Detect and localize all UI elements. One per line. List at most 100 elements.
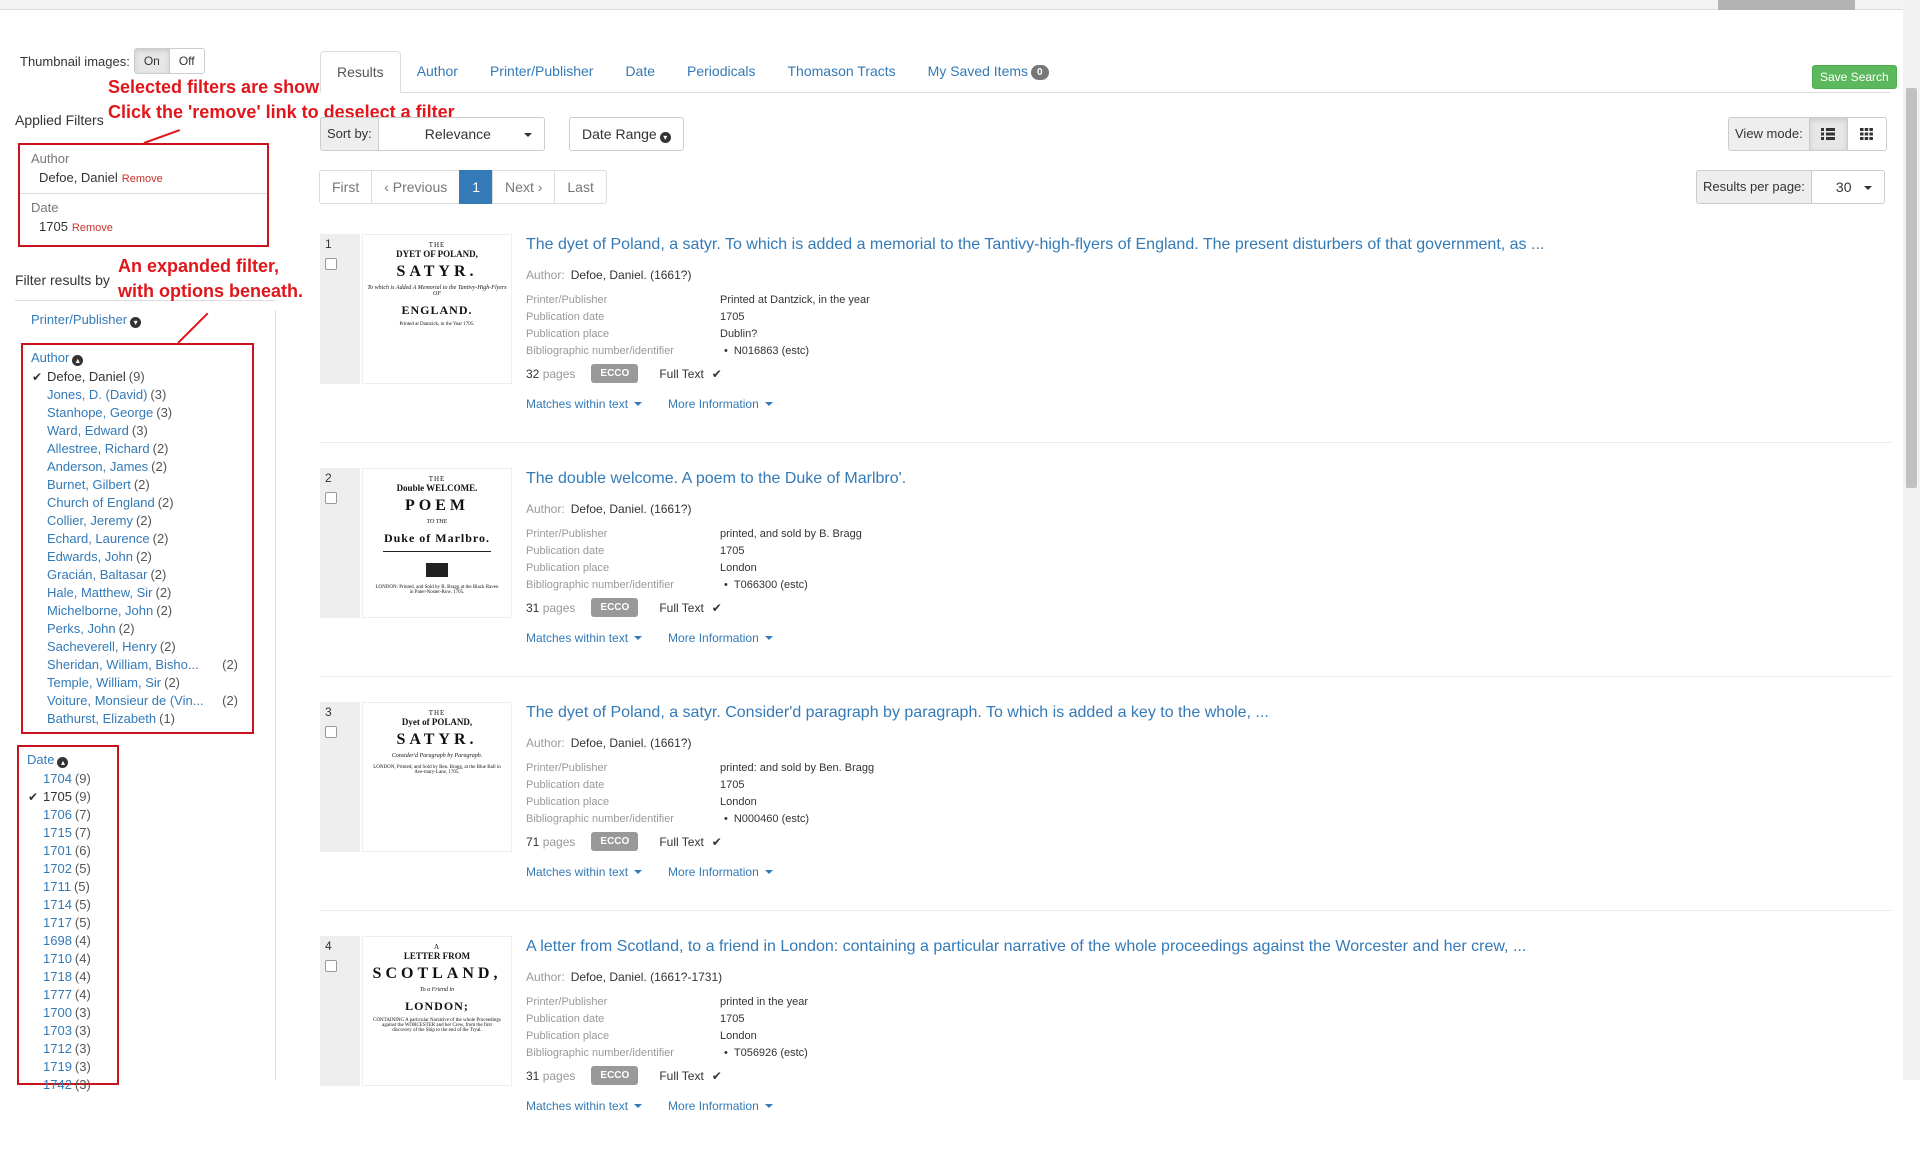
- tab-date[interactable]: Date: [609, 51, 671, 92]
- tab-printer-publisher[interactable]: Printer/Publisher: [474, 51, 610, 92]
- facet-date-item[interactable]: 1717 (5): [19, 914, 117, 932]
- facet-author-item[interactable]: Church of England (2): [23, 494, 252, 512]
- pagination-current-page[interactable]: 1: [459, 170, 494, 204]
- grid-view-button[interactable]: [1847, 117, 1887, 151]
- facet-author-item-label[interactable]: Edwards, John: [47, 549, 133, 564]
- facet-author-item-label[interactable]: Ward, Edward: [47, 423, 129, 438]
- facet-date-item-label[interactable]: 1711: [43, 879, 71, 894]
- tab-my-saved-items[interactable]: My Saved Items 0: [912, 51, 1065, 92]
- facet-date-item[interactable]: ✔ 1705 (9): [19, 788, 117, 806]
- facet-author-item-label[interactable]: Sacheverell, Henry: [47, 639, 157, 654]
- facet-author-item[interactable]: Bathurst, Elizabeth (1): [23, 710, 252, 728]
- result-title-link[interactable]: A letter from Scotland, to a friend in L…: [526, 938, 1526, 955]
- facet-author-item[interactable]: Sheridan, William, Bisho... (2): [23, 656, 252, 674]
- facet-date-item[interactable]: 1698 (4): [19, 932, 117, 950]
- facet-date-item[interactable]: 1700 (3): [19, 1004, 117, 1022]
- more-information-dropdown[interactable]: More Information: [668, 865, 773, 879]
- thumbnail-on-button[interactable]: On: [134, 49, 170, 73]
- vertical-scrollbar[interactable]: [1903, 0, 1920, 1080]
- facet-date-item-label[interactable]: 1777: [43, 987, 72, 1002]
- facet-author-item-label[interactable]: Allestree, Richard: [47, 441, 150, 456]
- result-thumbnail[interactable]: THE Double WELCOME. POEM TO THE Duke of Marl…: [362, 468, 512, 618]
- facet-author-item[interactable]: Burnet, Gilbert (2): [23, 476, 252, 494]
- result-thumbnail[interactable]: A LETTER FROM SCOTLAND, To a Friend in LONDO…: [362, 936, 512, 1086]
- facet-author-item-label[interactable]: Perks, John: [47, 621, 116, 636]
- remove-date-filter-link[interactable]: Remove: [72, 222, 113, 234]
- facet-author-item[interactable]: ✔ Defoe, Daniel (9): [23, 368, 252, 386]
- thumbnail-off-button[interactable]: Off: [169, 49, 204, 73]
- facet-date-item[interactable]: 1719 (3): [19, 1058, 117, 1076]
- facet-author-item-label[interactable]: Bathurst, Elizabeth: [47, 711, 156, 726]
- facet-author-item-label[interactable]: Anderson, James: [47, 459, 148, 474]
- facet-author-item[interactable]: Anderson, James (2): [23, 458, 252, 476]
- facet-date-item[interactable]: 1701 (6): [19, 842, 117, 860]
- result-title-link[interactable]: The dyet of Poland, a satyr. To which is…: [526, 236, 1544, 253]
- facet-author-item[interactable]: Voiture, Monsieur de (Vin... (2): [23, 692, 252, 710]
- facet-author-item[interactable]: Echard, Laurence (2): [23, 530, 252, 548]
- facet-date-item-label[interactable]: 1702: [43, 861, 72, 876]
- matches-within-text-dropdown[interactable]: Matches within text: [526, 631, 643, 645]
- facet-date-item[interactable]: 1718 (4): [19, 968, 117, 986]
- facet-author-item-label[interactable]: Church of England: [47, 495, 155, 510]
- result-title-link[interactable]: The double welcome. A poem to the Duke o…: [526, 470, 906, 487]
- facet-date-item-label[interactable]: 1703: [43, 1023, 72, 1038]
- facet-author-item[interactable]: Sacheverell, Henry (2): [23, 638, 252, 656]
- facet-date-item-label[interactable]: 1718: [43, 969, 72, 984]
- facet-author-item-label[interactable]: Gracián, Baltasar: [47, 567, 147, 582]
- facet-printer-publisher-toggle[interactable]: Printer/Publisher: [31, 312, 127, 327]
- facet-author-item-label[interactable]: Voiture, Monsieur de (Vin...: [47, 693, 204, 708]
- facet-date-item[interactable]: 1777 (4): [19, 986, 117, 1004]
- facet-author-item[interactable]: Perks, John (2): [23, 620, 252, 638]
- facet-date-item[interactable]: 1711 (5): [19, 878, 117, 896]
- facet-date-item-label[interactable]: 1717: [43, 915, 72, 930]
- facet-date-item-label[interactable]: 1719: [43, 1059, 72, 1074]
- facet-author-item-label[interactable]: Hale, Matthew, Sir: [47, 585, 153, 600]
- facet-date-item[interactable]: 1715 (7): [19, 824, 117, 842]
- result-select-checkbox[interactable]: [325, 960, 337, 972]
- facet-date-item-label[interactable]: 1712: [43, 1041, 72, 1056]
- facet-date-item-label[interactable]: 1698: [43, 933, 72, 948]
- result-thumbnail[interactable]: THE DYET OF POLAND, SATYR. To which is Adde…: [362, 234, 512, 384]
- pagination-previous[interactable]: ‹ Previous: [371, 170, 461, 204]
- facet-date-item[interactable]: 1702 (5): [19, 860, 117, 878]
- facet-author-item-label[interactable]: Temple, William, Sir: [47, 675, 161, 690]
- remove-author-filter-link[interactable]: Remove: [122, 173, 163, 185]
- facet-author-item[interactable]: Ward, Edward (3): [23, 422, 252, 440]
- facet-author-item[interactable]: Gracián, Baltasar (2): [23, 566, 252, 584]
- header-button[interactable]: [1718, 0, 1855, 10]
- facet-author-item[interactable]: Hale, Matthew, Sir (2): [23, 584, 252, 602]
- facet-date-item[interactable]: 1714 (5): [19, 896, 117, 914]
- result-thumbnail[interactable]: THE Dyet of POLAND, SATYR. Consider'd Parag…: [362, 702, 512, 852]
- facet-date-item-label[interactable]: 1704: [43, 771, 72, 786]
- pagination-last[interactable]: Last: [554, 170, 607, 204]
- result-select-checkbox[interactable]: [325, 726, 337, 738]
- facet-author-item[interactable]: Stanhope, George (3): [23, 404, 252, 422]
- date-range-button[interactable]: Date Range ▾: [569, 117, 684, 151]
- facet-date-item[interactable]: 1710 (4): [19, 950, 117, 968]
- facet-author-toggle[interactable]: Author: [31, 350, 69, 365]
- result-select-checkbox[interactable]: [325, 492, 337, 504]
- result-select-checkbox[interactable]: [325, 258, 337, 270]
- facet-author-item-label[interactable]: Burnet, Gilbert: [47, 477, 131, 492]
- matches-within-text-dropdown[interactable]: Matches within text: [526, 865, 643, 879]
- results-per-page-select[interactable]: 30: [1810, 170, 1885, 204]
- result-title-link[interactable]: The dyet of Poland, a satyr. Consider'd …: [526, 704, 1269, 721]
- matches-within-text-dropdown[interactable]: Matches within text: [526, 1099, 643, 1113]
- facet-author-item[interactable]: Collier, Jeremy (2): [23, 512, 252, 530]
- facet-date-item[interactable]: 1742 (3): [19, 1076, 117, 1094]
- chevron-up-circle-icon[interactable]: ▴: [57, 757, 69, 768]
- tab-author[interactable]: Author: [401, 51, 474, 92]
- facet-author-item-label[interactable]: Collier, Jeremy: [47, 513, 133, 528]
- facet-author-item[interactable]: Michelborne, John (2): [23, 602, 252, 620]
- facet-author-item[interactable]: Temple, William, Sir (2): [23, 674, 252, 692]
- facet-author-item[interactable]: Allestree, Richard (2): [23, 440, 252, 458]
- chevron-down-circle-icon[interactable]: ▾: [130, 317, 142, 328]
- facet-date-item-label[interactable]: 1742: [43, 1077, 72, 1092]
- sort-select[interactable]: Relevance: [377, 117, 545, 151]
- facet-date-item-label[interactable]: 1710: [43, 951, 72, 966]
- save-search-button[interactable]: Save Search: [1812, 65, 1897, 89]
- facet-author-item[interactable]: Jones, D. (David) (3): [23, 386, 252, 404]
- scrollbar-thumb[interactable]: [1906, 88, 1917, 488]
- facet-date-item-label[interactable]: 1706: [43, 807, 72, 822]
- facet-date-item[interactable]: 1704 (9): [19, 770, 117, 788]
